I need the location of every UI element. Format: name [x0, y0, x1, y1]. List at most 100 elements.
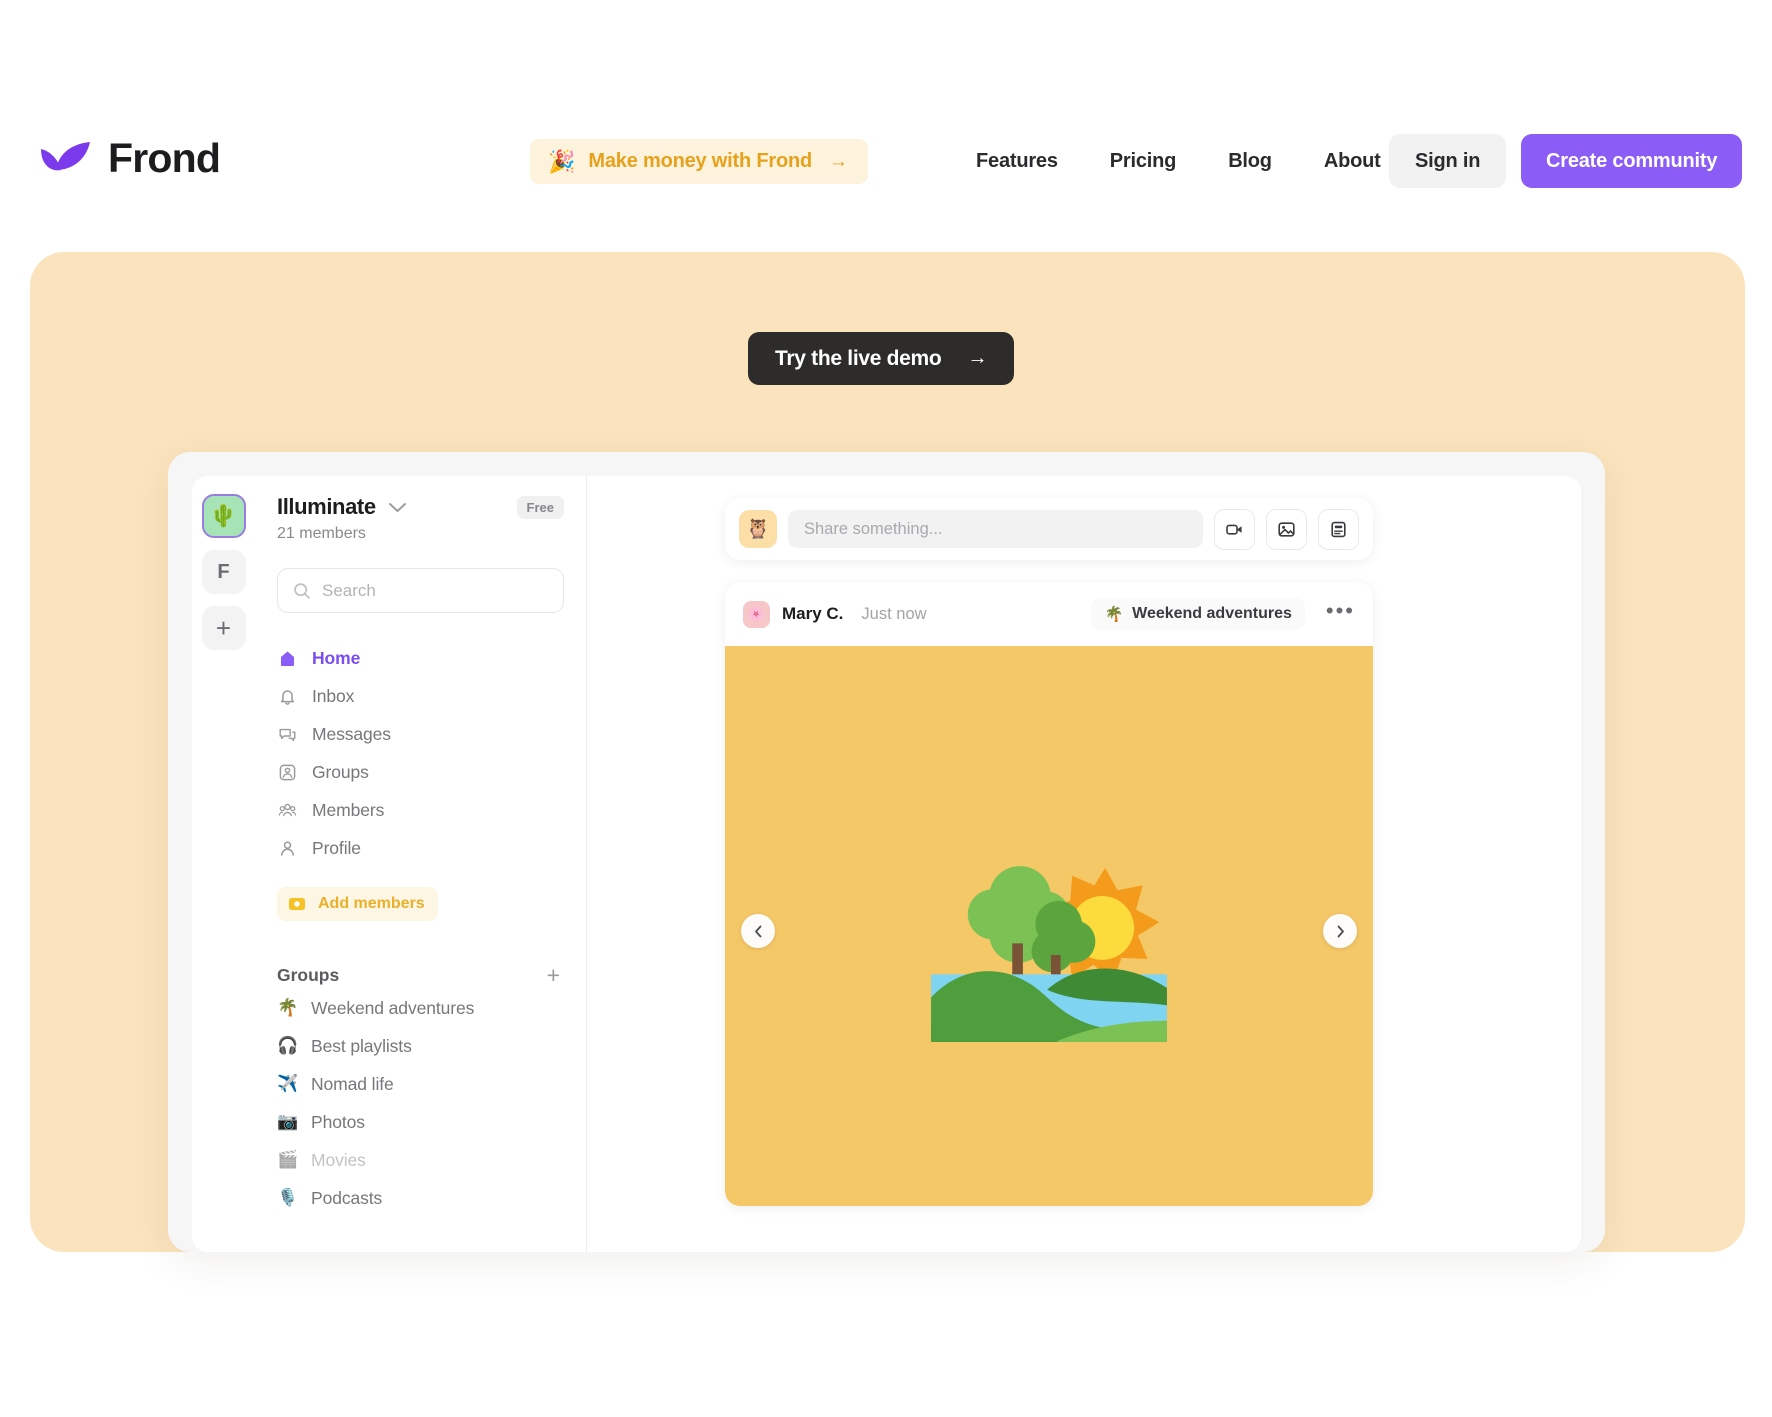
flower-icon: 🌸: [748, 606, 765, 621]
top-navigation-bar: Frond 🎉 Make money with Frond → Features…: [0, 0, 1772, 228]
image-icon: [1278, 521, 1295, 537]
group-item-movies[interactable]: 🎬 Movies: [277, 1141, 564, 1179]
sidebar-item-profile[interactable]: Profile: [277, 829, 564, 867]
national-park-illustration: [931, 866, 1167, 1042]
post-author-name[interactable]: Mary C.: [782, 604, 843, 624]
chevron-left-icon: [754, 925, 761, 937]
sidebar-item-label: Groups: [312, 761, 369, 782]
poll-icon: [1331, 521, 1346, 537]
composer-placeholder: Share something...: [804, 519, 943, 538]
groups-icon: [279, 764, 296, 780]
add-members-icon: [289, 898, 305, 910]
group-item-podcasts[interactable]: 🎙️ Podcasts: [277, 1179, 564, 1217]
party-popper-icon: 🎉: [548, 148, 576, 174]
group-item-label: Podcasts: [311, 1187, 383, 1208]
palm-tree-icon: 🌴: [1104, 606, 1124, 623]
clapper-board-icon: 🎬: [277, 1150, 299, 1169]
add-members-button[interactable]: Add members: [277, 887, 438, 921]
post-composer: 🦉 Share something...: [725, 498, 1373, 560]
group-item-nomad-life[interactable]: ✈️ Nomad life: [277, 1065, 564, 1103]
nav-link-features[interactable]: Features: [950, 150, 1084, 173]
workspace-member-count: 21 members: [277, 525, 366, 542]
workspace-header[interactable]: Illuminate 21 members Free: [277, 494, 564, 543]
owl-icon: 🦉: [746, 519, 770, 540]
post-timestamp: Just now: [861, 604, 927, 623]
promo-banner-link[interactable]: 🎉 Make money with Frond →: [530, 139, 869, 184]
home-icon: [281, 651, 294, 666]
group-item-label: Nomad life: [311, 1073, 394, 1094]
sidebar-item-label: Messages: [312, 723, 391, 744]
groups-section-header: Groups +: [277, 961, 564, 989]
group-item-photos[interactable]: 📷 Photos: [277, 1103, 564, 1141]
group-item-label: Movies: [311, 1149, 366, 1170]
group-item-best-playlists[interactable]: 🎧 Best playlists: [277, 1027, 564, 1065]
sidebar-item-messages[interactable]: Messages: [277, 715, 564, 753]
composer-input[interactable]: Share something...: [788, 510, 1203, 548]
sidebar-nav-list: Home Inbox Messages Groups Members Profi…: [277, 639, 564, 867]
add-members-label: Add members: [318, 895, 425, 912]
sidebar-item-label: Home: [312, 647, 361, 668]
post-media: [725, 646, 1373, 1206]
airplane-icon: ✈️: [277, 1074, 299, 1093]
post-header: 🌸 Mary C. Just now 🌴 Weekend adventures …: [725, 582, 1373, 646]
plan-badge: Free: [516, 496, 564, 519]
nav-link-blog[interactable]: Blog: [1202, 150, 1298, 173]
app-window: 🌵 F + Illuminate 21 members Free Search …: [192, 476, 1581, 1252]
nav-links: Features Pricing Blog About: [950, 139, 1407, 184]
sidebar-item-groups[interactable]: Groups: [277, 753, 564, 791]
composer-avatar: 🦉: [739, 510, 777, 548]
sign-in-button[interactable]: Sign in: [1389, 134, 1507, 188]
sidebar-item-home[interactable]: Home: [277, 639, 564, 677]
profile-icon: [281, 840, 294, 856]
post-author-avatar[interactable]: 🌸: [743, 600, 770, 628]
arrow-right-icon: →: [829, 150, 849, 172]
group-item-label: Best playlists: [311, 1035, 412, 1056]
try-live-demo-button[interactable]: Try the live demo →: [748, 332, 1015, 385]
group-item-label: Weekend adventures: [311, 997, 475, 1018]
chevron-down-icon[interactable]: [388, 502, 407, 513]
post-group-label: Weekend adventures: [1132, 605, 1292, 622]
app-preview-card: 🌵 F + Illuminate 21 members Free Search …: [168, 452, 1605, 1252]
add-workspace-button[interactable]: +: [201, 606, 246, 650]
workspace-tile-f[interactable]: F: [201, 550, 246, 594]
sidebar-item-label: Members: [312, 799, 385, 820]
feed-post: 🌸 Mary C. Just now 🌴 Weekend adventures …: [725, 582, 1373, 1206]
carousel-previous-button[interactable]: [741, 914, 775, 948]
members-icon: [278, 803, 297, 816]
groups-section-title: Groups: [277, 964, 340, 985]
workspace-title: Illuminate: [277, 494, 376, 519]
camera-icon: 📷: [277, 1112, 299, 1131]
palm-tree-icon: 🌴: [277, 998, 299, 1017]
bell-icon: [280, 689, 295, 705]
nav-link-pricing[interactable]: Pricing: [1084, 150, 1202, 173]
workspace-tile-illuminate[interactable]: 🌵: [201, 494, 246, 538]
sidebar-item-inbox[interactable]: Inbox: [277, 677, 564, 715]
promo-banner-label: Make money with Frond: [588, 150, 813, 172]
composer-poll-button[interactable]: [1318, 508, 1359, 550]
landing-page: Frond 🎉 Make money with Frond → Features…: [0, 0, 1772, 1417]
carousel-next-button[interactable]: [1323, 914, 1357, 948]
video-icon: [1226, 524, 1242, 535]
microphone-icon: 🎙️: [277, 1188, 299, 1207]
search-placeholder: Search: [322, 580, 376, 600]
sidebar-item-members[interactable]: Members: [277, 791, 564, 829]
sidebar-item-label: Inbox: [312, 685, 355, 706]
group-item-label: Photos: [311, 1111, 365, 1132]
group-item-weekend-adventures[interactable]: 🌴 Weekend adventures: [277, 989, 564, 1027]
composer-video-button[interactable]: [1214, 508, 1255, 550]
search-icon: [294, 582, 310, 599]
arrow-right-icon: →: [967, 347, 988, 369]
composer-image-button[interactable]: [1266, 508, 1307, 550]
add-group-button[interactable]: +: [547, 963, 564, 987]
cactus-icon: 🌵: [209, 503, 238, 528]
try-live-demo-label: Try the live demo: [775, 346, 942, 370]
post-more-options-button[interactable]: •••: [1326, 600, 1355, 628]
search-input[interactable]: Search: [277, 568, 564, 613]
create-community-button[interactable]: Create community: [1521, 134, 1743, 188]
feed-column: 🦉 Share something... 🌸 Mary C. Just now …: [587, 476, 1581, 1252]
app-sidebar: Illuminate 21 members Free Search Home I…: [255, 476, 587, 1252]
headphone-icon: 🎧: [277, 1036, 299, 1055]
workspace-rail: 🌵 F +: [192, 476, 255, 1252]
brand-logo-link[interactable]: Frond: [38, 135, 221, 182]
post-group-chip[interactable]: 🌴 Weekend adventures: [1091, 598, 1305, 630]
